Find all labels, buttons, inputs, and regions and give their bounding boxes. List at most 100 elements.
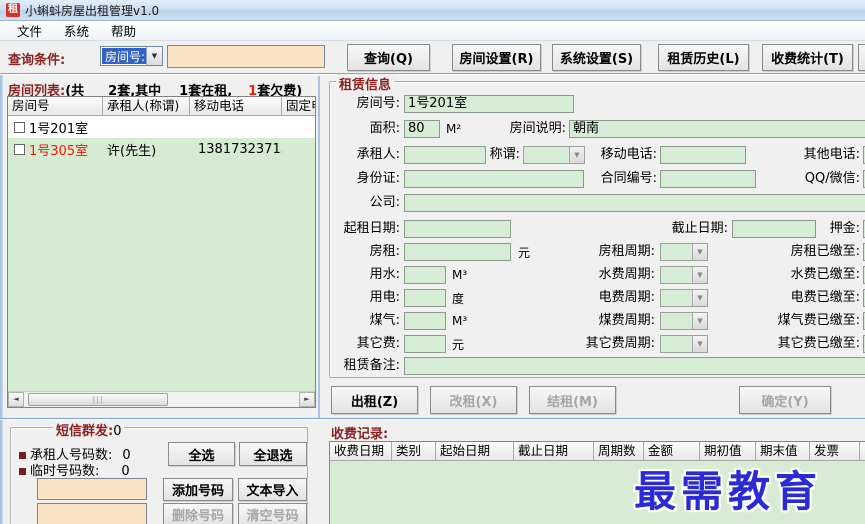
water-paid-until-label: 水费已缴至: [790,267,860,282]
scroll-right-icon[interactable]: ► [299,392,315,407]
phone-number-input-2[interactable] [37,503,147,524]
chevron-down-icon[interactable]: ▼ [692,244,707,260]
lower-separator-light [0,419,865,420]
rental-info-title: 租赁信息 [336,74,395,93]
menu-help[interactable]: 帮助 [100,19,147,42]
row-checkbox[interactable] [14,143,25,155]
table-row[interactable]: 1号305室 许(先生) 13817323715 [8,138,315,160]
tenant-field[interactable] [404,146,486,164]
sms-group: 短信群发:0 承租人号码数: 0 临时号码数: 0 全选 全退选 添加号码 文本导入… [10,420,308,524]
chevron-down-icon[interactable]: ▼ [692,336,707,352]
rent-unit: 元 [518,246,531,260]
phone-number-input[interactable] [37,478,147,500]
window-title: 小蝌蚪房屋出租管理v1.0 [25,3,160,18]
area-label: 面积: [369,121,400,136]
scroll-left-icon[interactable]: ◄ [8,392,24,407]
room-no-label: 房间号: [356,96,400,111]
water-field[interactable] [404,266,446,284]
temp-numbers-line: 临时号码数: 0 [19,460,130,479]
clear-number-button[interactable]: 清空号码 [238,503,307,524]
room-setup-button[interactable]: 房间设置(R) [452,44,541,71]
rent-field[interactable] [404,243,511,261]
id-card-label: 身份证: [356,171,400,186]
salutation-combobox[interactable]: ▼ [523,146,585,164]
qq-wechat-label: QQ/微信: [804,171,860,186]
menu-system[interactable]: 系统 [53,19,100,42]
row-checkbox[interactable] [14,121,25,133]
area-unit: M² [446,122,462,136]
chevron-down-icon[interactable]: ▼ [692,267,707,283]
room-no-field[interactable]: 1号201室 [404,95,574,113]
scrollbar-thumb[interactable]: ||| [28,393,168,406]
confirm-button[interactable]: 确定(Y) [739,386,831,414]
select-all-button[interactable]: 全选 [168,442,235,466]
chevron-down-icon[interactable]: ▼ [692,290,707,306]
other-fee-unit: 元 [452,338,465,352]
delete-number-button[interactable]: 删除号码 [163,503,233,524]
gas-unit: M³ [452,314,468,328]
start-date-field[interactable] [404,220,511,238]
electricity-label: 用电: [369,290,400,305]
deselect-all-button[interactable]: 全退选 [239,442,307,466]
id-card-field[interactable] [404,170,584,188]
query-field-combobox[interactable]: 房间号: ▼ [100,46,163,66]
area-field[interactable]: 80 [404,120,440,138]
modify-rent-button[interactable]: 改租(X) [430,386,517,414]
temp-numbers-count: 0 [121,464,130,479]
gas-field[interactable] [404,312,446,330]
room-desc-field[interactable]: 朝南 [569,120,865,138]
system-setup-button[interactable]: 系统设置(S) [552,44,641,71]
electricity-paid-until-label: 电费已缴至: [790,290,860,305]
watermark-text: 最需教育 [634,467,823,516]
menu-bar: 文件 系统 帮助 [0,21,865,41]
rent-out-button[interactable]: 出租(Z) [331,386,418,414]
water-label: 用水: [369,267,400,282]
mobile-field[interactable] [660,146,746,164]
query-field-selected-value: 房间号: [102,48,146,64]
panel-splitter[interactable] [318,76,320,418]
partial-toolbar-button[interactable] [858,44,865,71]
electricity-cycle-combobox[interactable]: ▼ [660,289,708,307]
contract-no-field[interactable] [660,170,756,188]
fee-col-type[interactable]: 类别 [392,442,436,460]
import-text-button[interactable]: 文本导入 [238,478,307,501]
water-cycle-combobox[interactable]: ▼ [660,266,708,284]
tenant-name: 许(先生) [107,143,157,159]
table-row[interactable]: 1号201室 [8,116,315,138]
col-mobile[interactable]: 移动电话 [190,97,282,115]
title-bar[interactable]: 租 小蝌蚪房屋出租管理v1.0 [0,0,865,21]
rent-cycle-combobox[interactable]: ▼ [660,243,708,261]
fee-records-title: 收费记录: [331,427,389,442]
rental-note-field[interactable] [404,357,865,375]
fee-statistics-button[interactable]: 收费统计(T) [762,44,853,71]
company-field[interactable] [404,194,865,212]
col-room[interactable]: 房间号 [8,97,103,115]
query-input[interactable] [167,45,325,68]
room-number: 1号305室 [29,143,89,159]
other-fee-cycle-combobox[interactable]: ▼ [660,335,708,353]
electricity-field[interactable] [404,289,446,307]
chevron-down-icon[interactable]: ▼ [146,47,162,65]
chevron-down-icon[interactable]: ▼ [692,313,707,329]
rental-history-button[interactable]: 租赁历史(L) [658,44,749,71]
water-unit: M³ [452,268,468,282]
gas-label: 煤气: [369,313,400,328]
electricity-unit: 度 [452,292,465,306]
menu-file[interactable]: 文件 [6,19,53,42]
fee-col-end[interactable]: 截止日期 [514,442,594,460]
app-icon: 租 [6,3,20,17]
end-rent-button[interactable]: 结租(M) [529,386,616,414]
mobile-label: 移动电话: [600,147,657,162]
gas-cycle-combobox[interactable]: ▼ [660,312,708,330]
fee-col-start[interactable]: 起始日期 [436,442,514,460]
rental-info-group: 租赁信息 房间号: 1号201室 面积: 80 M² 房间说明: 朝南 承租人:… [329,74,865,378]
rent-label: 房租: [369,244,400,259]
fee-col-date[interactable]: 收费日期 [330,442,392,460]
start-date-label: 起租日期: [343,221,400,236]
add-number-button[interactable]: 添加号码 [163,478,233,501]
other-fee-field[interactable] [404,335,446,353]
query-button[interactable]: 查询(Q) [347,44,430,71]
horizontal-scrollbar[interactable]: ◄ ||| ► [8,391,315,407]
col-tenant[interactable]: 承租人(称谓) [103,97,190,115]
col-fixed-phone[interactable]: 固定电话 [282,97,315,115]
